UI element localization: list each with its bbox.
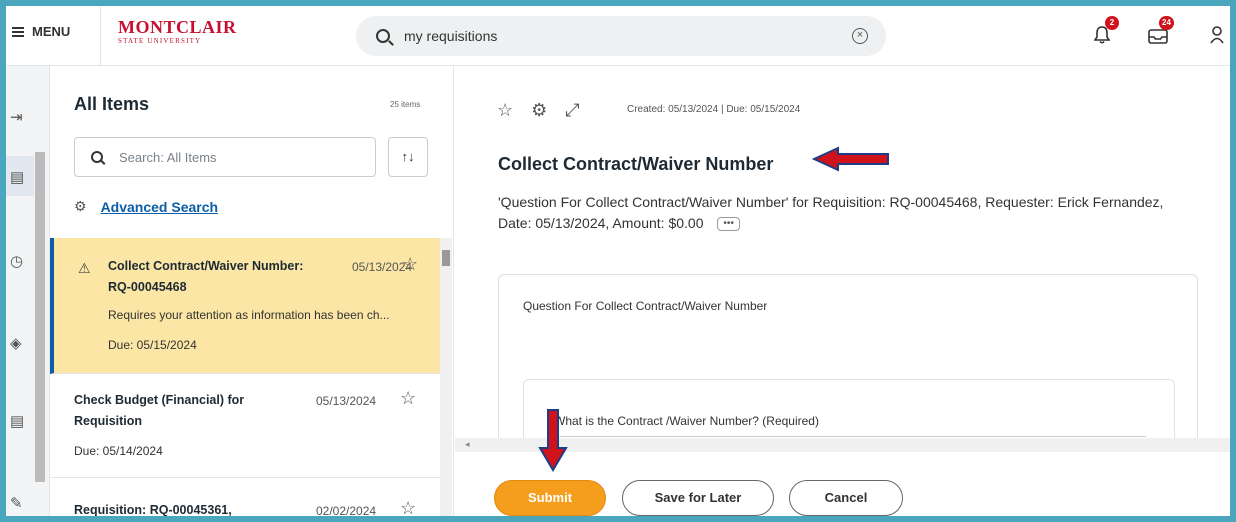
list-search-placeholder: Search: All Items (119, 149, 217, 165)
menu-label: MENU (32, 24, 71, 39)
contract-number-label: What is the Contract /Waiver Number? (Re… (554, 414, 819, 428)
created-due-meta: Created: 05/13/2024 | Due: 05/15/2024 (627, 104, 801, 115)
list-title: All Items (74, 94, 150, 114)
list-item-title-line2: RQ-00045468 (108, 280, 187, 294)
profile-avatar-icon[interactable] (1210, 26, 1224, 44)
list-item-date: 05/13/2024 (316, 394, 377, 408)
submit-button[interactable]: Submit (494, 480, 606, 516)
task-detail-pane: ☆ ⚙ ⤢ Created: 05/13/2024 | Due: 05/15/2… (455, 66, 1230, 516)
collapse-panel-icon[interactable]: ⇥ (10, 108, 26, 126)
advanced-search-link[interactable]: Advanced Search (101, 199, 219, 215)
hamburger-icon (12, 26, 24, 37)
edit-note-icon[interactable]: ✎ (10, 494, 26, 512)
inbox-count-badge: 24 (1159, 16, 1174, 30)
favorite-star-icon[interactable]: ☆ (497, 100, 513, 121)
document-icon[interactable]: ▤ (10, 412, 26, 430)
list-item-title: Requisition: RQ-00045361, (74, 500, 232, 516)
detail-toolbar: ☆ ⚙ ⤢ (497, 100, 580, 121)
tasks-icon[interactable]: ▤ (10, 168, 26, 186)
list-item-title: Collect Contract/Waiver Number: RQ-00045… (108, 256, 303, 298)
university-logo[interactable]: MONTCLAIR STATE UNIVERSITY (118, 18, 237, 45)
warning-icon: ⚠ (78, 260, 91, 276)
more-actions-button[interactable]: ••• (717, 217, 740, 232)
task-description-text: 'Question For Collect Contract/Waiver Nu… (498, 194, 1164, 231)
filter-sliders-icon: ⚙ (74, 198, 87, 214)
favorite-star-icon[interactable]: ☆ (400, 498, 416, 516)
archive-icon[interactable]: ◈ (10, 334, 26, 352)
global-search-input[interactable]: my requisitions (404, 28, 497, 44)
list-item-title: Check Budget (Financial) for Requisition (74, 390, 244, 432)
list-item-date: 02/02/2024 (316, 504, 377, 516)
list-item-subtitle: Requires your attention as information h… (108, 308, 390, 322)
top-header: MENU MONTCLAIR STATE UNIVERSITY my requi… (6, 6, 1230, 66)
list-scrollbar[interactable] (440, 238, 452, 516)
list-item-title-line1: Collect Contract/Waiver Number: (108, 259, 304, 273)
search-icon (91, 151, 103, 163)
favorite-star-icon[interactable]: ☆ (402, 254, 418, 275)
left-icon-rail: ⇥ ▤ ◷ ◈ ▤ ✎ (6, 66, 50, 516)
logo-text: MONTCLAIR (118, 17, 237, 37)
sort-arrows-icon: ↑↓ (401, 149, 415, 164)
cancel-button[interactable]: Cancel (789, 480, 903, 516)
list-item-due: Due: 05/14/2024 (74, 444, 163, 458)
action-footer: Submit Save for Later Cancel (455, 452, 1230, 516)
horizontal-scrollbar[interactable]: ◂ (455, 438, 1230, 452)
expand-icon[interactable]: ⤢ (565, 100, 579, 121)
global-search[interactable]: my requisitions × (356, 16, 886, 56)
list-item[interactable]: Requisition: RQ-00045361, 02/02/2024 ☆ (50, 478, 440, 516)
sort-button[interactable]: ↑↓ (388, 137, 428, 177)
task-description: 'Question For Collect Contract/Waiver Nu… (498, 192, 1178, 234)
clear-search-icon[interactable]: × (852, 28, 868, 44)
question-card-label: Question For Collect Contract/Waiver Num… (523, 299, 768, 313)
list-item-due: Due: 05/15/2024 (108, 338, 197, 352)
item-count: 25 items (390, 100, 421, 109)
search-icon (376, 29, 390, 43)
scroll-left-arrow-icon[interactable]: ◂ (465, 439, 470, 450)
advanced-search-row: ⚙ Advanced Search (74, 198, 218, 215)
list-item[interactable]: Check Budget (Financial) for Requisition… (50, 374, 440, 478)
list-item-title-line2: Requisition (74, 414, 143, 428)
notification-count-badge: 2 (1105, 16, 1119, 30)
menu-button[interactable]: MENU (12, 24, 70, 39)
inbox-icon[interactable] (1148, 28, 1168, 44)
task-title: Collect Contract/Waiver Number (498, 154, 774, 174)
history-icon[interactable]: ◷ (10, 252, 26, 270)
list-scrollbar-thumb[interactable] (442, 250, 450, 266)
inbox-list-pane: All Items 25 items Search: All Items ↑↓ … (50, 66, 454, 516)
settings-gear-icon[interactable]: ⚙ (531, 100, 547, 121)
app-window: MENU MONTCLAIR STATE UNIVERSITY my requi… (6, 6, 1230, 516)
inbox-items-list: ⚠ Collect Contract/Waiver Number: RQ-000… (50, 238, 440, 516)
list-item-title-line1: Check Budget (Financial) for (74, 393, 245, 407)
logo-subtext: STATE UNIVERSITY (118, 37, 202, 45)
favorite-star-icon[interactable]: ☆ (400, 388, 416, 409)
header-divider (100, 6, 101, 66)
save-for-later-button[interactable]: Save for Later (622, 480, 774, 516)
rail-scrollbar[interactable] (35, 152, 45, 482)
list-search-field[interactable]: Search: All Items (74, 137, 376, 177)
list-item-title-line1: Requisition: RQ-00045361, (74, 503, 232, 516)
list-item-selected[interactable]: ⚠ Collect Contract/Waiver Number: RQ-000… (50, 238, 440, 374)
